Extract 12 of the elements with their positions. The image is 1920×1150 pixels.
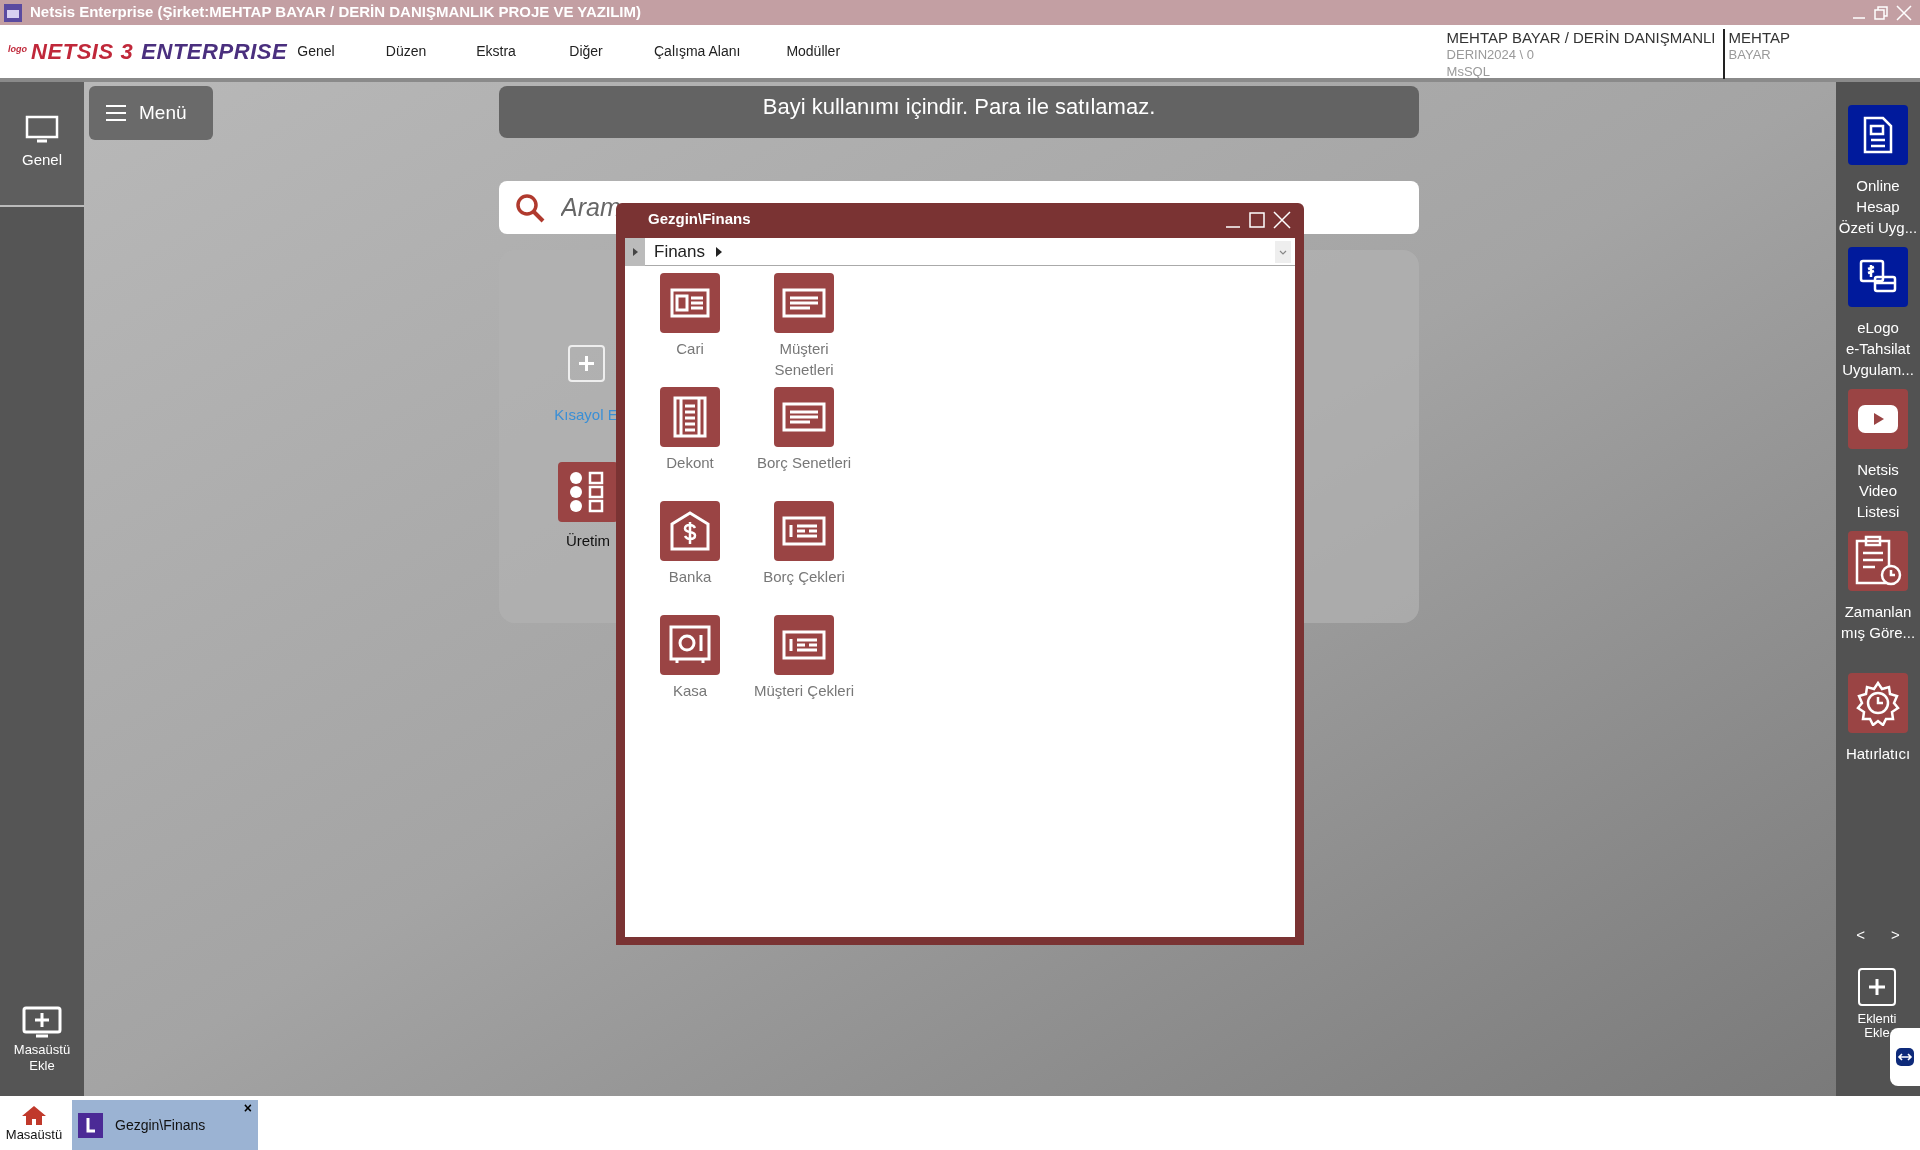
database-name: DERIN2024 \ 0 <box>1446 46 1536 63</box>
notice-banner: Bayi kullanımı içindir. Para ile satılamaz. <box>499 86 1419 138</box>
window-title: Netsis Enterprise (Şirket:MEHTAP BAYAR / DERİN DANIŞMANLIK PROJE VE YAZILIM) <box>30 2 641 23</box>
user-first-name: MEHTAP <box>1728 29 1790 46</box>
server-type: MsSQL <box>1446 63 1491 80</box>
logo-brand: NETSIS 3 <box>31 38 134 66</box>
user-last-name: BAYAR <box>1728 46 1772 63</box>
logo-small: logo <box>8 42 27 56</box>
company-name: MEHTAP BAYAR / DERİN DANIŞMANLI <box>1446 29 1717 46</box>
logo-product: ENTERPRISE <box>141 38 288 66</box>
tab-label: Gezgin\Finans <box>115 1115 206 1135</box>
dialog-title: Gezgin\Finans <box>648 209 751 230</box>
